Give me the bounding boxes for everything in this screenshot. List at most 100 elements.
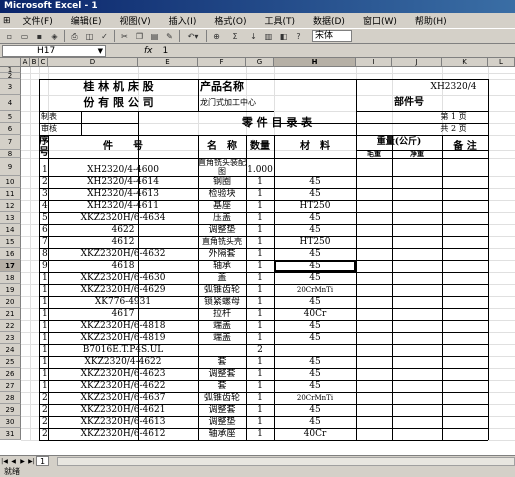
permission-icon[interactable]: ◈ bbox=[48, 30, 61, 43]
drawing-icon[interactable]: ◧ bbox=[277, 30, 290, 43]
part-number[interactable]: XKZ2320H/6-4623 bbox=[48, 368, 198, 380]
part-number[interactable]: XKZ2320H/6-4632 bbox=[48, 248, 198, 260]
row-header-10[interactable]: 10 bbox=[0, 176, 21, 188]
part-qty[interactable]: 1 bbox=[246, 356, 274, 368]
part-seq[interactable]: 8 bbox=[39, 248, 48, 260]
part-seq[interactable]: 12 bbox=[39, 296, 48, 308]
part-number[interactable]: XKZ2320H/6-4612 bbox=[48, 428, 198, 440]
column-header-h[interactable]: H bbox=[274, 58, 356, 67]
part-material[interactable]: 45 bbox=[274, 368, 356, 380]
part-name[interactable]: 调整套 bbox=[198, 404, 246, 416]
product-name[interactable]: 龙门式加工中心 bbox=[198, 95, 356, 111]
part-seq[interactable]: 3 bbox=[39, 188, 48, 200]
part-no-label[interactable]: 部件号 bbox=[392, 95, 488, 111]
sheet-tab-1[interactable]: 1 bbox=[36, 456, 50, 466]
open-icon[interactable]: ▭ bbox=[18, 30, 31, 43]
reviewed-by-label[interactable]: 审核 bbox=[39, 123, 79, 135]
menu-edit[interactable]: 编辑(E) bbox=[62, 14, 111, 27]
part-qty[interactable]: 1 bbox=[246, 332, 274, 344]
part-seq[interactable]: 14 bbox=[39, 320, 48, 332]
part-material[interactable]: 45 bbox=[274, 212, 356, 224]
column-header-l[interactable]: L bbox=[488, 58, 515, 67]
column-header-d[interactable]: D bbox=[48, 58, 138, 67]
row-header-8[interactable]: 8 bbox=[0, 150, 21, 158]
col-header-weight[interactable]: 重量(公斤) bbox=[356, 135, 442, 150]
column-header-j[interactable]: J bbox=[392, 58, 442, 67]
row-header-23[interactable]: 23 bbox=[0, 332, 21, 344]
part-seq[interactable]: 19 bbox=[39, 380, 48, 392]
row-header-12[interactable]: 12 bbox=[0, 200, 21, 212]
part-material[interactable]: 45 bbox=[274, 296, 356, 308]
row-header-6[interactable]: 6 bbox=[0, 123, 21, 135]
part-material[interactable]: 45 bbox=[274, 176, 356, 188]
part-qty[interactable]: 1 bbox=[246, 392, 274, 404]
part-seq[interactable]: 2 bbox=[39, 176, 48, 188]
part-qty[interactable]: 1 bbox=[246, 212, 274, 224]
part-name[interactable]: 钢圈 bbox=[198, 176, 246, 188]
part-number[interactable]: B7016E.T.P4S.UL bbox=[48, 344, 198, 356]
part-name[interactable]: 直角铣头装配图 bbox=[198, 158, 246, 176]
part-name[interactable]: 直角铣头壳 bbox=[198, 236, 246, 248]
menu-file[interactable]: 文件(F) bbox=[14, 14, 62, 27]
menu-insert[interactable]: 插入(I) bbox=[160, 14, 206, 27]
name-box[interactable]: H17 ▼ bbox=[2, 44, 106, 57]
part-qty[interactable]: 1 bbox=[246, 260, 274, 272]
part-material[interactable]: 40Cr bbox=[274, 428, 356, 440]
menu-help[interactable]: 帮助(H) bbox=[406, 14, 456, 27]
part-qty[interactable]: 1 bbox=[246, 416, 274, 428]
part-number[interactable]: XKZ2320H/6-4634 bbox=[48, 212, 198, 224]
part-seq[interactable]: 13 bbox=[39, 308, 48, 320]
part-qty[interactable]: 1.000 bbox=[246, 158, 274, 176]
part-number[interactable]: 4612 bbox=[48, 236, 198, 248]
part-seq[interactable]: 18 bbox=[39, 368, 48, 380]
part-qty[interactable]: 1 bbox=[246, 284, 274, 296]
part-name[interactable]: 弧锥齿轮 bbox=[198, 284, 246, 296]
part-seq[interactable]: 16 bbox=[39, 344, 48, 356]
row-header-22[interactable]: 22 bbox=[0, 320, 21, 332]
part-number[interactable]: XKZ2320H/6-4613 bbox=[48, 416, 198, 428]
part-number[interactable]: XKZ2320H/6-4818 bbox=[48, 320, 198, 332]
part-number[interactable]: XKZ2320H/6-4819 bbox=[48, 332, 198, 344]
part-number[interactable]: XK776-4931 bbox=[48, 296, 198, 308]
part-material[interactable]: 45 bbox=[274, 272, 356, 284]
column-header-c[interactable]: C bbox=[39, 58, 48, 67]
row-header-13[interactable]: 13 bbox=[0, 212, 21, 224]
part-material[interactable] bbox=[274, 344, 356, 356]
part-name[interactable]: 压盖 bbox=[198, 212, 246, 224]
chart-wizard-icon[interactable]: ▥ bbox=[262, 30, 275, 43]
part-seq[interactable]: 20 bbox=[39, 392, 48, 404]
row-header-5[interactable]: 5 bbox=[0, 111, 21, 123]
menu-window[interactable]: 窗口(W) bbox=[354, 14, 406, 27]
part-qty[interactable]: 1 bbox=[246, 380, 274, 392]
worksheet[interactable]: A B C D E F G H I J K L 1 2 3 4 5 6 7 8 9 10 11 12 13 14 15 16 17 18 1… bbox=[0, 58, 515, 455]
part-seq[interactable]: 6 bbox=[39, 224, 48, 236]
row-header-11[interactable]: 11 bbox=[0, 188, 21, 200]
part-material[interactable]: 45 bbox=[274, 320, 356, 332]
company-name-line2[interactable]: 份 有 限 公 司 bbox=[39, 95, 198, 111]
spelling-icon[interactable]: ✓ bbox=[98, 30, 111, 43]
part-number[interactable]: XH2320/4-4611 bbox=[48, 200, 198, 212]
help-icon[interactable]: ? bbox=[292, 30, 305, 43]
row-header-4[interactable]: 4 bbox=[0, 95, 21, 111]
column-header-g[interactable]: G bbox=[246, 58, 274, 67]
part-seq[interactable]: 11 bbox=[39, 284, 48, 296]
part-seq[interactable]: 9 bbox=[39, 260, 48, 272]
part-qty[interactable]: 1 bbox=[246, 404, 274, 416]
row-header-26[interactable]: 26 bbox=[0, 368, 21, 380]
part-name[interactable]: 套 bbox=[198, 356, 246, 368]
col-header-material[interactable]: 材 料 bbox=[274, 135, 356, 158]
part-material[interactable]: 40Cr bbox=[274, 308, 356, 320]
part-seq[interactable]: 7 bbox=[39, 236, 48, 248]
sort-ascending-icon[interactable]: ↓ bbox=[247, 30, 260, 43]
undo-icon[interactable]: ↶▾ bbox=[183, 30, 203, 43]
row-header-18[interactable]: 18 bbox=[0, 272, 21, 284]
part-seq[interactable]: 1 bbox=[39, 158, 48, 176]
copy-icon[interactable]: ❐ bbox=[133, 30, 146, 43]
part-name[interactable]: 轴承座 bbox=[198, 428, 246, 440]
part-qty[interactable]: 1 bbox=[246, 368, 274, 380]
part-material[interactable]: 20CrMnTi bbox=[274, 284, 356, 296]
part-qty[interactable]: 1 bbox=[246, 272, 274, 284]
preview-icon[interactable]: ◫ bbox=[83, 30, 96, 43]
part-number[interactable]: 4617 bbox=[48, 308, 198, 320]
product-code[interactable]: XH2320/4 bbox=[392, 79, 515, 95]
